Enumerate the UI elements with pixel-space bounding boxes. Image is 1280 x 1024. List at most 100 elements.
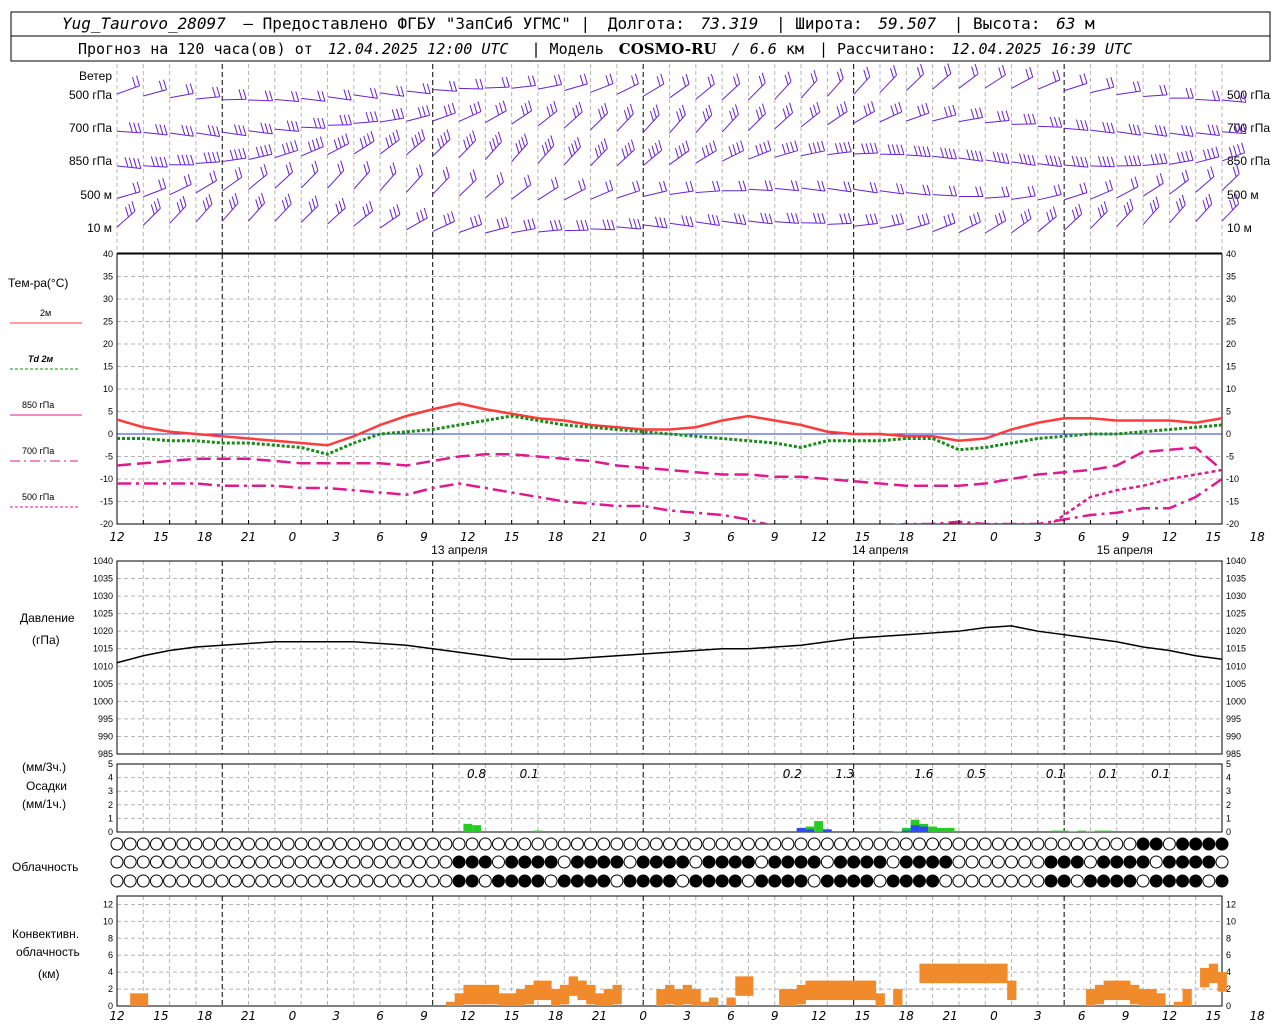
wind-barb-shaft: [932, 222, 956, 233]
wind-barb-flag: [970, 108, 975, 120]
cloud-symbol: [926, 837, 940, 851]
cloud-symbol: [991, 855, 1005, 869]
cloud-symbol: [768, 874, 782, 888]
cloud-symbol: [952, 837, 966, 851]
pressure-tick-left: 1040: [93, 556, 113, 566]
wind-barb-shaft: [406, 174, 423, 193]
cloud-symbol: [281, 837, 295, 851]
wind-barb-flag: [900, 183, 905, 195]
cloud-symbol: [1070, 855, 1084, 869]
wind-barb-flag: [898, 101, 903, 112]
wind-barb-flag: [921, 104, 926, 115]
wind-barb-flag: [285, 164, 290, 176]
wind-barb-flag: [453, 81, 458, 92]
wind-barb-shaft: [774, 112, 793, 130]
wind-barb-shaft: [353, 210, 373, 227]
precip-total-label: 0.2: [783, 767, 802, 781]
precip-tick-right: 2: [1226, 800, 1231, 810]
wind-barb-flag: [655, 104, 660, 115]
wind-barb-flag: [834, 143, 839, 154]
wind-barb-flag: [974, 63, 979, 74]
precip-bar-blue: [910, 825, 920, 832]
cloud-symbol: [1110, 837, 1124, 851]
wind-barb-flag: [630, 139, 635, 150]
wind-barb-shaft: [143, 89, 167, 97]
precip-bar-green: [1050, 830, 1060, 832]
wind-barb-flag: [947, 214, 952, 225]
wind-barb-shaft: [248, 99, 273, 102]
cloud-symbol: [255, 837, 269, 851]
wind-barb-flag: [396, 85, 401, 96]
wind-barb-shaft: [564, 83, 588, 92]
wind-barb-shaft: [1037, 194, 1062, 201]
wind-barb-shaft: [958, 157, 983, 162]
cloud-symbol: [873, 874, 887, 888]
wind-barb-flag: [1031, 155, 1036, 166]
cloud-symbol: [886, 874, 900, 888]
wind-barb-shaft: [1011, 195, 1036, 200]
wind-barb-flag: [284, 196, 289, 208]
wind-barb-flag: [159, 124, 164, 135]
wind-barb-shaft: [300, 205, 319, 223]
wind-barb-shaft: [906, 192, 931, 196]
wind-barb-shaft: [1116, 131, 1141, 136]
wind-barb-flag: [917, 105, 922, 117]
conv-unit: (км): [38, 967, 60, 981]
temp-hour-label: 15: [153, 530, 168, 544]
conv-bar: [779, 989, 789, 1006]
wind-barb-shaft: [800, 79, 818, 99]
wind-barb-flag: [1001, 186, 1006, 197]
wind-barb-flag: [732, 144, 737, 155]
cloud-symbol: [1215, 855, 1229, 869]
wind-barb-flag: [389, 165, 394, 176]
cloud-symbol: [649, 837, 663, 851]
temp-tick-left: -10: [100, 474, 113, 484]
wind-barb-flag: [136, 181, 141, 192]
wind-barb-flag: [496, 174, 501, 186]
cloud-symbol: [1176, 855, 1190, 869]
wind-barb-flag: [900, 144, 905, 155]
wind-barb-flag: [281, 200, 286, 211]
legend-850-label: 850 гПа: [22, 400, 54, 410]
wind-barb-flag: [812, 104, 817, 115]
precip-bar-blue: [919, 826, 929, 832]
wind-barb-flag: [233, 124, 238, 135]
wind-barb-flag: [742, 214, 747, 225]
conv-hour-label: 9: [771, 1009, 779, 1023]
wind-barb-flag: [817, 213, 822, 224]
wind-level-10m-right: 10 м: [1227, 221, 1252, 235]
temp-hour-label: 12: [1162, 530, 1177, 544]
wind-barb-flag: [821, 213, 826, 224]
wind-barb-flag: [1058, 156, 1063, 167]
wind-barb-flag: [216, 126, 221, 137]
wind-barb-shaft: [406, 114, 430, 122]
cloud-symbol: [1083, 855, 1097, 869]
wind-barb-shaft: [458, 111, 482, 122]
wind-barb-flag: [843, 142, 848, 153]
wind-barb-flag: [873, 182, 878, 193]
cloud-symbol: [110, 855, 124, 869]
meteogram: Yug_Taurovo_28097 – Предоставлено ФГБУ "…: [8, 11, 1271, 1023]
precip-bar-blue: [805, 829, 815, 832]
wind-barb-flag: [295, 91, 300, 102]
legend-td-label: Td 2м: [28, 354, 54, 364]
wind-barb-flag: [553, 75, 558, 86]
wind-barb-flag: [311, 163, 316, 175]
convective-panel: Конвективн. облачность (км) 12 12 10 10 8 8 6 6…: [12, 895, 1265, 1023]
temp-hour-label: 21: [942, 530, 957, 544]
precip-bar-green: [1068, 831, 1078, 832]
wind-barb-flag: [365, 203, 370, 214]
wind-barb-flag: [207, 152, 212, 163]
cloud-symbol: [847, 837, 861, 851]
wind-barb-flag: [636, 180, 641, 191]
temp-hour-label: 3: [1034, 530, 1042, 544]
wind-barb-flag: [768, 180, 773, 191]
wind-barb-flag: [1211, 147, 1216, 158]
conv-bar: [533, 980, 543, 1001]
pressure-tick-right: 1010: [1226, 661, 1246, 671]
cloud-symbol: [202, 837, 216, 851]
cloud-symbol: [1162, 874, 1176, 888]
wind-barb-shaft: [432, 139, 451, 157]
wind-barb-flag: [887, 144, 892, 155]
wind-barb-flag: [1079, 183, 1084, 194]
